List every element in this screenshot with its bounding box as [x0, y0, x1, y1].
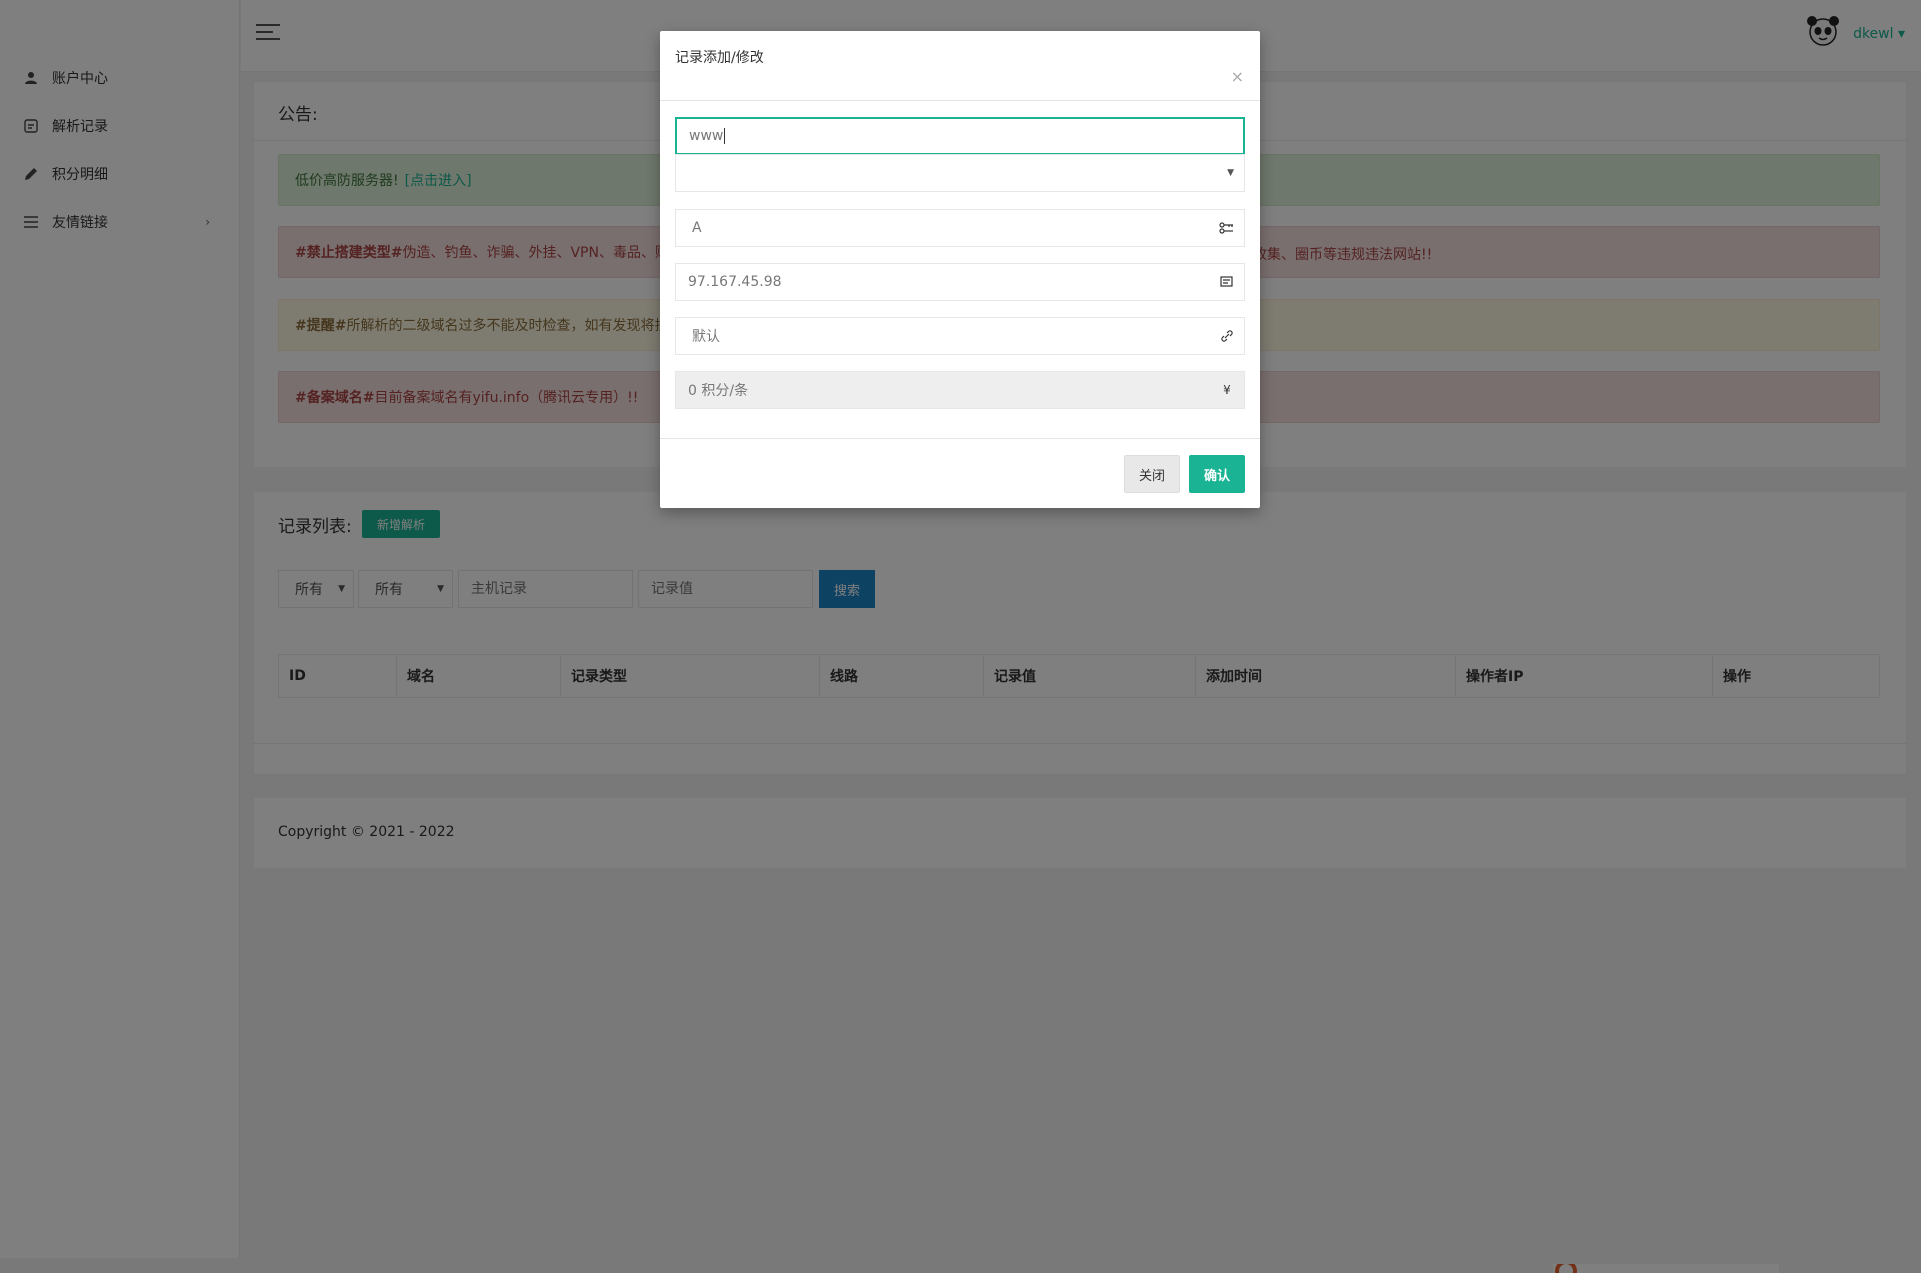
record-value-field[interactable]: 97.167.45.98 [675, 263, 1245, 301]
cost-field: 0 积分/条 ¥ [675, 371, 1245, 409]
modal-title: 记录添加/修改 [675, 50, 764, 66]
yen-icon: ¥ [1223, 383, 1231, 397]
host-input[interactable]: www [675, 117, 1245, 155]
record-type-select[interactable]: A [675, 209, 1245, 247]
line-select[interactable]: 默认 [675, 317, 1245, 355]
confirm-button[interactable]: 确认 [1189, 455, 1245, 493]
dropdown-arrow-icon: ▼ [1227, 168, 1234, 178]
record-edit-modal: 记录添加/修改 × www ▼ A 97.167.45.98 默认 0 积分/条… [660, 31, 1260, 508]
edit-icon [1218, 273, 1236, 291]
domain-select[interactable]: ▼ [675, 154, 1245, 192]
close-button[interactable]: 关闭 [1124, 455, 1180, 493]
close-icon[interactable]: × [1231, 67, 1244, 86]
link-icon [1218, 327, 1236, 345]
key-icon [1218, 219, 1236, 237]
